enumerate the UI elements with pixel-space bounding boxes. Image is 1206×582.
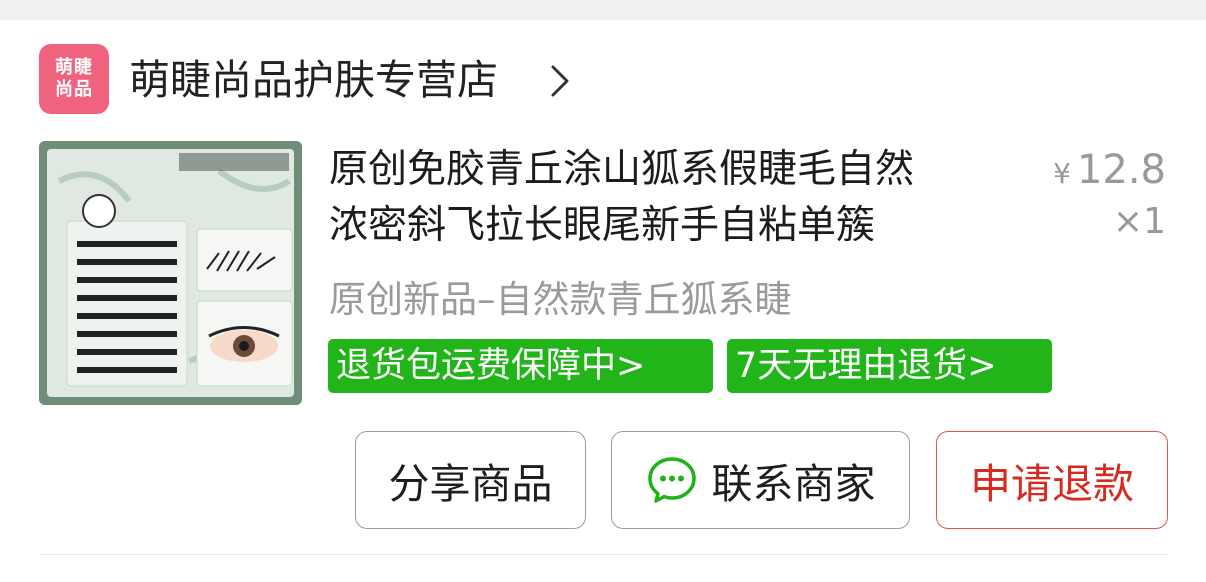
request-refund-button[interactable]: 申请退款 xyxy=(936,431,1168,529)
product-title[interactable]: 原创免胶青丘涂山狐系假睫毛自然 浓密斜飞拉长眼尾新手自粘单簇 xyxy=(329,142,1029,254)
contact-seller-button[interactable]: 联系商家 xyxy=(611,431,910,529)
product-title-line1: 原创免胶青丘涂山狐系假睫毛自然 xyxy=(329,147,915,192)
chevron-right-icon[interactable] xyxy=(548,63,572,99)
store-logo[interactable]: 萌睫 尚品 xyxy=(39,44,109,114)
product-thumbnail[interactable] xyxy=(39,141,302,405)
store-logo-line2: 尚品 xyxy=(55,79,93,100)
price-value: 12.8 xyxy=(1076,147,1166,193)
product-image-illustration xyxy=(39,141,302,405)
contact-seller-label: 联系商家 xyxy=(711,460,876,508)
request-refund-label: 申请退款 xyxy=(970,460,1134,508)
section-divider xyxy=(39,554,1169,555)
currency-symbol: ¥ xyxy=(1053,157,1071,190)
share-product-label: 分享商品 xyxy=(388,460,553,508)
share-product-button[interactable]: 分享商品 xyxy=(355,431,586,529)
top-gray-band xyxy=(0,0,1206,20)
return-shipping-badge[interactable]: 退货包运费保障中> xyxy=(328,339,713,393)
product-quantity: ×1 xyxy=(1112,201,1166,242)
product-title-line2: 浓密斜飞拉长眼尾新手自粘单簇 xyxy=(329,203,876,248)
store-logo-line1: 萌睫 xyxy=(55,57,93,78)
store-name[interactable]: 萌睫尚品护肤专营店 xyxy=(129,50,498,110)
product-variant: 原创新品–自然款青丘狐系睫 xyxy=(329,278,792,321)
product-price: ¥12.8 xyxy=(1053,146,1166,198)
seven-day-return-badge[interactable]: 7天无理由退货> xyxy=(727,339,1052,393)
wechat-chat-icon xyxy=(647,457,696,503)
